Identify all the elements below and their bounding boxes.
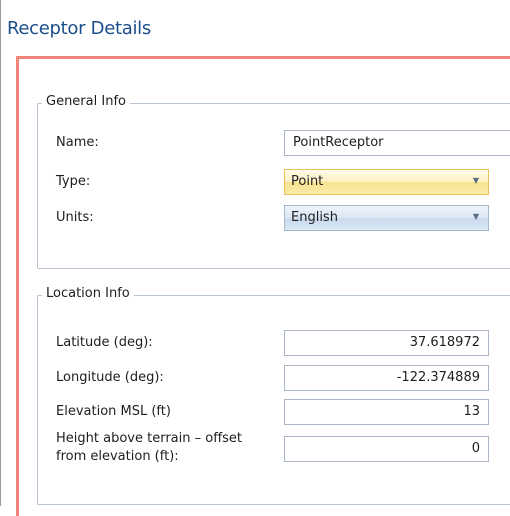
latitude-label: Latitude (deg):	[56, 335, 153, 350]
height-label-line1: Height above terrain – offset	[56, 431, 243, 446]
location-info-group: Location Info Latitude (deg): 37.618972 …	[37, 286, 510, 505]
type-label: Type:	[56, 174, 91, 189]
header: Receptor Details	[0, 0, 510, 54]
details-panel: General Info Name: PointReceptor Type: P…	[16, 56, 510, 516]
chevron-down-icon: ▼	[472, 212, 479, 221]
units-dropdown-value: English	[291, 210, 338, 225]
longitude-label: Longitude (deg):	[56, 370, 164, 385]
latitude-field[interactable]: 37.618972	[284, 330, 489, 356]
chevron-down-icon: ▼	[472, 176, 479, 185]
location-info-legend: Location Info	[42, 286, 134, 301]
units-label: Units:	[56, 210, 94, 225]
name-label: Name:	[56, 135, 99, 150]
units-dropdown[interactable]: English ▼	[284, 205, 489, 231]
page-title: Receptor Details	[7, 18, 151, 39]
type-dropdown-value: Point	[291, 174, 324, 189]
longitude-field[interactable]: -122.374889	[284, 365, 489, 391]
type-dropdown[interactable]: Point ▼	[284, 169, 489, 195]
general-info-group: General Info Name: PointReceptor Type: P…	[37, 94, 510, 269]
height-field[interactable]: 0	[284, 436, 489, 462]
elevation-label: Elevation MSL (ft)	[56, 404, 171, 419]
window-edge	[0, 0, 1, 506]
elevation-field[interactable]: 13	[284, 399, 489, 425]
general-info-legend: General Info	[42, 94, 130, 109]
height-label-line2: from elevation (ft):	[56, 449, 179, 464]
name-field[interactable]: PointReceptor	[284, 130, 510, 156]
